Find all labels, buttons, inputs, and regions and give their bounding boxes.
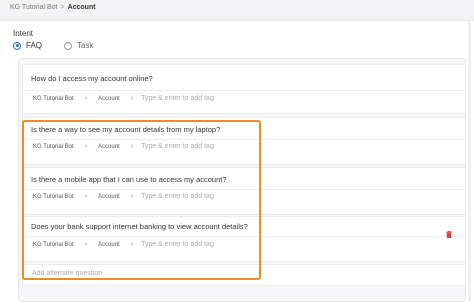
chevron-right-icon: › — [84, 193, 88, 200]
tag-input[interactable]: Type & enter to add tag — [141, 193, 214, 200]
divider — [23, 236, 465, 237]
intent-option-task[interactable]: Task — [64, 41, 93, 50]
question-card: Is there a mobile app that I can use to … — [22, 167, 466, 215]
alternate-question-field[interactable] — [22, 264, 466, 286]
intent-option-faq[interactable]: FAQ — [13, 41, 42, 50]
question-text[interactable]: Is there a mobile app that I can use to … — [31, 175, 227, 184]
intent-label: Intent — [13, 29, 34, 38]
tag-account[interactable]: Account — [98, 242, 120, 248]
tag-bot[interactable]: KG Tutorial Bot — [33, 96, 74, 102]
chevron-right-icon: › — [130, 193, 134, 200]
tag-row: KG Tutorial Bot › Account › Type & enter… — [30, 241, 214, 248]
tag-row: KG Tutorial Bot › Account › Type & enter… — [30, 193, 214, 200]
alternate-question-input[interactable] — [30, 269, 254, 278]
tag-account[interactable]: Account — [98, 194, 120, 200]
divider — [23, 139, 465, 140]
question-card: Does your bank support internet banking … — [22, 216, 466, 262]
tag-account[interactable]: Account — [98, 144, 120, 150]
intent-radio-group: FAQ Task — [13, 41, 115, 50]
tag-input[interactable]: Type & enter to add tag — [141, 143, 214, 150]
chevron-right-icon: › — [130, 143, 134, 150]
question-text[interactable]: Is there a way to see my account details… — [31, 125, 220, 134]
question-card: How do I access my account online? KG Tu… — [22, 64, 466, 114]
top-bar: KG Tutorial Bot > Account — [0, 0, 474, 21]
tag-input[interactable]: Type & enter to add tag — [141, 95, 214, 102]
chevron-right-icon: › — [84, 143, 88, 150]
radio-faq[interactable] — [13, 41, 21, 50]
tag-input[interactable]: Type & enter to add tag — [141, 241, 214, 248]
breadcrumb-root[interactable]: KG Tutorial Bot — [10, 4, 57, 11]
radio-task[interactable] — [64, 41, 73, 50]
tag-bot[interactable]: KG Tutorial Bot — [33, 144, 74, 150]
chevron-right-icon: › — [130, 95, 134, 102]
divider — [23, 90, 465, 91]
intent-option-label: Task — [77, 41, 94, 50]
divider — [23, 189, 465, 190]
breadcrumb: KG Tutorial Bot > Account — [10, 4, 96, 11]
tag-row: KG Tutorial Bot › Account › Type & enter… — [30, 143, 214, 150]
tag-account[interactable]: Account — [98, 96, 120, 102]
intent-option-label: FAQ — [26, 41, 43, 50]
chevron-right-icon: › — [84, 241, 88, 248]
breadcrumb-separator: > — [60, 4, 65, 11]
chevron-right-icon: › — [130, 241, 134, 248]
question-text[interactable]: Does your bank support internet banking … — [31, 222, 248, 231]
tag-bot[interactable]: KG Tutorial Bot — [33, 242, 74, 248]
scrollbar[interactable] — [468, 22, 471, 302]
question-text[interactable]: How do I access my account online? — [31, 74, 153, 83]
tag-bot[interactable]: KG Tutorial Bot — [33, 194, 74, 200]
trash-icon[interactable] — [446, 231, 452, 238]
breadcrumb-current: Account — [67, 4, 96, 11]
tag-row: KG Tutorial Bot › Account › Type & enter… — [30, 95, 214, 102]
chevron-right-icon: › — [84, 95, 88, 102]
question-card: Is there a way to see my account details… — [22, 117, 466, 165]
